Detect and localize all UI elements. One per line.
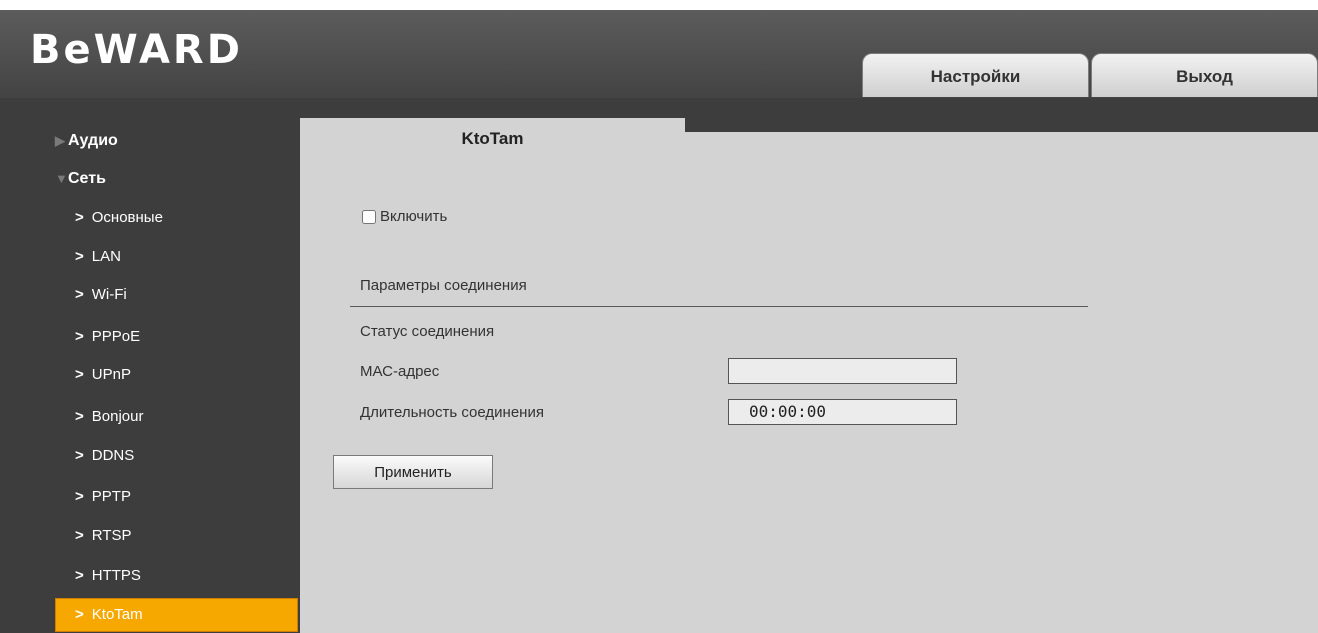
app-frame: BeWARD Настройки Выход ▶ Аудио ▼Сеть > Осн…: [0, 10, 1318, 633]
chevron-right-icon: >: [75, 328, 84, 345]
sidebar-item-lan[interactable]: > LAN: [55, 240, 298, 274]
sidebar-item-pptp[interactable]: > PPTP: [55, 480, 298, 514]
sidebar-item-ddns[interactable]: > DDNS: [55, 439, 298, 473]
apply-button[interactable]: Применить: [333, 455, 493, 489]
expanded-triangle-icon: ▼: [55, 171, 68, 186]
sidebar-group-audio[interactable]: ▶ Аудио: [55, 130, 118, 152]
main-panel: KtoTam Включить Параметры соединения Ста…: [300, 98, 1318, 633]
chevron-right-icon: >: [75, 286, 84, 303]
tab-settings[interactable]: Настройки: [862, 53, 1089, 97]
section-title: Параметры соединения: [360, 277, 527, 294]
collapsed-triangle-icon: ▶: [55, 133, 65, 148]
chevron-right-icon: >: [75, 527, 84, 544]
section-divider: [350, 306, 1088, 307]
chevron-right-icon: >: [75, 366, 84, 383]
header: BeWARD Настройки Выход: [0, 10, 1318, 98]
sidebar-item-label: RTSP: [91, 527, 132, 544]
chevron-right-icon: >: [75, 488, 84, 505]
sidebar-group-label: Сеть: [68, 170, 106, 187]
chevron-right-icon: >: [75, 606, 84, 623]
sidebar-item-basic[interactable]: > Основные: [55, 201, 298, 235]
enable-checkbox[interactable]: [362, 210, 376, 224]
enable-label: Включить: [380, 208, 448, 225]
sidebar-item-wifi[interactable]: > Wi-Fi: [55, 278, 298, 312]
sidebar-item-ktotam[interactable]: > KtoTam: [55, 598, 298, 632]
sidebar-item-label: Wi-Fi: [91, 286, 127, 303]
sidebar-item-https[interactable]: > HTTPS: [55, 559, 298, 593]
chevron-right-icon: >: [75, 447, 84, 464]
sidebar-item-label: KtoTam: [91, 606, 143, 623]
chevron-right-icon: >: [75, 209, 84, 226]
sidebar-group-label: Аудио: [68, 132, 118, 149]
chevron-right-icon: >: [75, 248, 84, 265]
chevron-right-icon: >: [75, 408, 84, 425]
sidebar-item-label: LAN: [91, 248, 121, 265]
sidebar-item-pppoe[interactable]: > PPPoE: [55, 320, 298, 354]
mac-label: МАС-адрес: [360, 363, 440, 380]
beward-logo: BeWARD: [30, 27, 243, 73]
sidebar-item-rtsp[interactable]: > RTSP: [55, 519, 298, 553]
status-label: Статус соединения: [360, 323, 495, 340]
chevron-right-icon: >: [75, 567, 84, 584]
sidebar-item-label: PPTP: [91, 488, 131, 505]
sidebar-item-label: HTTPS: [91, 567, 141, 584]
sidebar-item-label: Bonjour: [91, 408, 144, 425]
sidebar: ▶ Аудио ▼Сеть > Основные > LAN > Wi-Fi > PPPo…: [0, 98, 300, 633]
sidebar-item-label: Основные: [91, 209, 163, 226]
tab-logout[interactable]: Выход: [1091, 53, 1318, 97]
sidebar-item-label: PPPoE: [91, 328, 141, 345]
sidebar-item-label: UPnP: [91, 366, 131, 383]
duration-label: Длительность соединения: [360, 404, 544, 421]
sidebar-group-network[interactable]: ▼Сеть: [55, 168, 106, 190]
sidebar-item-upnp[interactable]: > UPnP: [55, 358, 298, 392]
sidebar-item-label: DDNS: [91, 447, 135, 464]
mac-field: [728, 358, 957, 384]
duration-field: 00:00:00: [728, 399, 957, 425]
ktotam-form: Включить Параметры соединения Статус сое…: [300, 98, 1318, 633]
sidebar-item-bonjour[interactable]: > Bonjour: [55, 400, 298, 434]
